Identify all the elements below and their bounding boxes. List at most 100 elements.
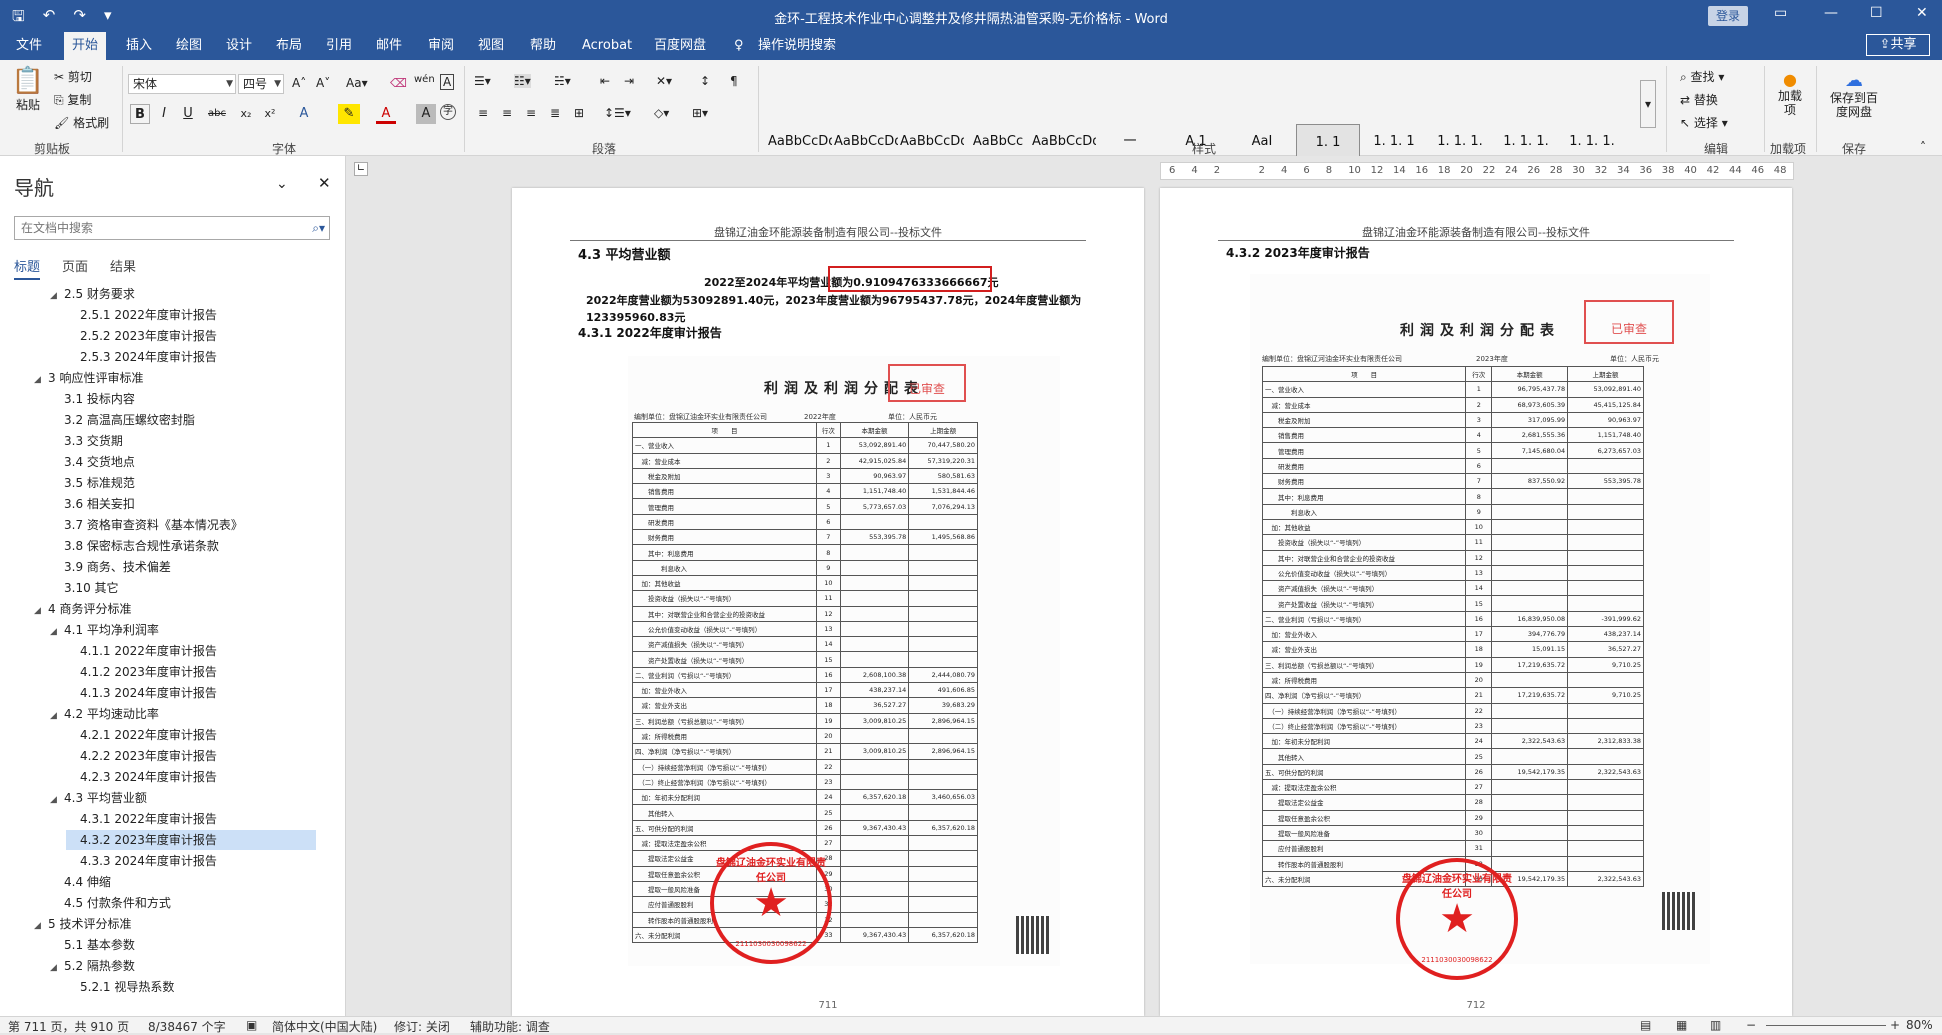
font-color-icon[interactable]: A [376,104,396,124]
italic-icon[interactable]: I [154,104,174,124]
enclose-char-icon[interactable]: 字 [440,104,456,120]
ribbon-display-icon[interactable]: ▭ [1774,5,1787,21]
sort-icon[interactable]: ↕ [700,74,710,88]
nav-heading-item[interactable]: 4.1.3 2024年度审计报告 [66,683,217,703]
font-name-combo[interactable]: 宋体 ▼ [128,74,236,94]
strikethrough-icon[interactable]: abc [204,104,230,124]
multilevel-list-icon[interactable]: ☵▾ [554,74,571,88]
nav-tab-pages[interactable]: 页面 [62,256,88,280]
tab-home[interactable]: 开始 [64,32,107,60]
superscript-icon[interactable]: x² [260,104,280,124]
zoom-out-icon[interactable]: − [1746,1018,1756,1032]
read-mode-icon[interactable]: ▤ [1640,1018,1651,1032]
word-count[interactable]: 8/38467 个字 [148,1018,226,1035]
char-shading-icon[interactable]: A [416,104,436,124]
nav-heading-item[interactable]: 4.3.3 2024年度审计报告 [66,851,217,871]
nav-heading-item[interactable]: ◢ 2.5 财务要求 [50,284,135,304]
nav-heading-item[interactable]: 3.7 资格审查资料《基本情况表》 [50,515,243,535]
web-layout-icon[interactable]: ▥ [1710,1018,1721,1032]
borders-icon[interactable]: ⊞▾ [692,106,708,120]
collapse-triangle-icon[interactable]: ◢ [50,958,64,978]
nav-heading-item[interactable]: 3.6 相关妄扣 [50,494,135,514]
collapse-triangle-icon[interactable]: ◢ [34,370,48,390]
nav-heading-item[interactable]: 3.1 投标内容 [50,389,135,409]
nav-heading-item[interactable]: 3.4 交货地点 [50,452,135,472]
zoom-level[interactable]: 80% [1906,1018,1933,1032]
highlight-icon[interactable]: ✎ [338,104,360,124]
print-layout-icon[interactable]: ▦ [1676,1018,1687,1032]
nav-tab-results[interactable]: 结果 [110,256,136,280]
line-spacing-icon[interactable]: ↕☰▾ [604,106,631,120]
collapse-triangle-icon[interactable]: ◢ [34,601,48,621]
nav-heading-item[interactable]: 3.10 其它 [50,578,119,598]
nav-heading-item[interactable]: 3.3 交货期 [50,431,123,451]
nav-heading-item[interactable]: ◢ 5.2 隔热参数 [50,956,135,976]
page-count[interactable]: 第 711 页，共 910 页 [8,1018,129,1035]
collapse-triangle-icon[interactable]: ◢ [34,916,48,936]
distributed-icon[interactable]: ⊞ [574,106,584,120]
increase-indent-icon[interactable]: ⇥ [624,74,634,88]
accessibility-status[interactable]: 辅助功能: 调查 [470,1018,550,1035]
nav-heading-item[interactable]: 3.2 高温高压螺纹密封脂 [50,410,195,430]
format-painter-button[interactable]: 🖌 格式刷 [54,114,109,131]
tab-file[interactable]: 文件 [8,32,50,60]
nav-heading-item[interactable]: ◢ 4.1 平均净利润率 [50,620,159,640]
collapse-triangle-icon[interactable]: ◢ [50,286,64,306]
save-icon[interactable]: 🖫 [12,6,25,31]
font-size-combo[interactable]: 四号 ▼ [238,74,284,94]
phonetic-guide-icon[interactable]: wén [414,74,435,85]
decrease-indent-icon[interactable]: ⇤ [600,74,610,88]
replace-button[interactable]: ⇄ 替换 [1680,91,1718,108]
tab-help[interactable]: 帮助 [522,32,564,60]
nav-heading-item[interactable]: 4.4 伸缩 [50,872,111,892]
nav-heading-item[interactable]: ◢ 3 响应性评审标准 [34,368,143,388]
grow-font-icon[interactable]: A˄ [292,76,306,90]
nav-heading-item[interactable]: 4.2.2 2023年度审计报告 [66,746,217,766]
nav-heading-item[interactable]: 4.2.1 2022年度审计报告 [66,725,217,745]
collapse-ribbon-icon[interactable]: ˄ [1920,140,1926,154]
tell-me-search[interactable]: 操作说明搜索 [750,32,844,60]
select-button[interactable]: ↖ 选择 ▾ [1680,114,1728,131]
maximize-icon[interactable]: ☐ [1870,5,1883,21]
numbering-icon[interactable]: ☷▾ [514,74,531,88]
tab-acrobat[interactable]: Acrobat [574,32,640,60]
bullets-icon[interactable]: ☰▾ [474,74,491,88]
tab-references[interactable]: 引用 [318,32,360,60]
text-effects-icon[interactable]: A [294,104,314,124]
tab-view[interactable]: 视图 [470,32,512,60]
nav-heading-item[interactable]: ◢ 5 技术评分标准 [34,914,131,934]
nav-heading-item[interactable]: ◢ 4 商务评分标准 [34,599,131,619]
tab-draw[interactable]: 绘图 [168,32,210,60]
align-left-icon[interactable]: ≡ [478,106,488,120]
nav-heading-item[interactable]: 5.2.1 视导热系数 [66,977,174,997]
tab-selector-icon[interactable]: ∟ [354,162,368,176]
tab-mailings[interactable]: 邮件 [368,32,410,60]
proofing-icon[interactable]: ▣ [246,1018,257,1032]
nav-heading-item[interactable]: 4.1.2 2023年度审计报告 [66,662,217,682]
addins-button[interactable]: ● 加载项 [1770,70,1810,117]
chinese-layout-icon[interactable]: ✕▾ [656,74,672,88]
underline-icon[interactable]: U [178,104,198,124]
nav-heading-item[interactable]: 2.5.2 2023年度审计报告 [66,326,217,346]
customize-qat-icon[interactable]: ▾ [104,6,112,31]
tab-baidu-netdisk[interactable]: 百度网盘 [646,32,714,60]
copy-button[interactable]: ⎘ 复制 [54,91,91,108]
bold-icon[interactable]: B [130,104,150,124]
nav-heading-item[interactable]: 4.2.3 2024年度审计报告 [66,767,217,787]
close-icon[interactable]: ✕ [1916,5,1928,21]
nav-heading-item[interactable]: 2.5.1 2022年度审计报告 [66,305,217,325]
minimize-icon[interactable]: — [1824,5,1838,21]
cut-button[interactable]: ✂ 剪切 [54,68,92,85]
tab-review[interactable]: 审阅 [420,32,462,60]
horizontal-ruler[interactable]: 6 4 2 2 4 6 8 10 12 14 16 18 20 22 24 26 28 30 32 34 36 38 40 4… [1160,162,1794,180]
collapse-triangle-icon[interactable]: ◢ [50,706,64,726]
share-button[interactable]: ⇪共享 [1866,34,1930,56]
shading-icon[interactable]: ◇▾ [654,106,669,120]
login-button[interactable]: 登录 [1708,6,1748,26]
tab-design[interactable]: 设计 [218,32,260,60]
zoom-slider[interactable] [1766,1025,1886,1026]
char-border-icon[interactable]: A [440,74,455,90]
clear-format-icon[interactable]: ⌫ [390,76,407,90]
collapse-triangle-icon[interactable]: ◢ [50,622,64,642]
align-right-icon[interactable]: ≡ [526,106,536,120]
